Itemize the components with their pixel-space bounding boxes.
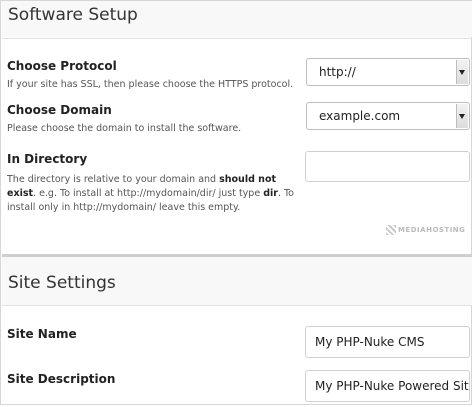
divider [2,38,472,39]
domain-select[interactable]: example.com [306,102,470,130]
software-setup-header: Software Setup [2,1,472,37]
domain-label: Choose Domain [7,103,112,117]
protocol-select-value: http:// [319,65,356,79]
protocol-select[interactable]: http:// [306,58,470,86]
watermark: MEDIAHOSTING [386,225,474,239]
chevron-down-icon[interactable] [456,60,468,84]
site-name-label: Site Name [7,327,77,341]
software-setup-title: Software Setup [8,5,138,25]
directory-hint: The directory is relative to your domain… [7,174,294,213]
install-form: Software Setup Choose Protocol If your s… [0,0,472,405]
domain-select-value: example.com [319,109,401,123]
protocol-hint: If your site has SSL, then please choose… [7,79,294,90]
site-name-input[interactable]: My PHP-Nuke CMS [305,326,470,358]
protocol-label: Choose Protocol [7,59,117,73]
directory-input[interactable] [305,151,470,182]
logo-icon [386,225,396,235]
chevron-down-icon[interactable] [456,104,468,128]
domain-hint: Please choose the domain to install the … [7,123,242,134]
directory-label: In Directory [7,152,88,166]
site-settings-title: Site Settings [8,273,116,293]
site-settings-header: Site Settings [2,257,472,305]
site-description-input[interactable]: My PHP-Nuke Powered Site [305,370,470,402]
site-description-label: Site Description [7,372,116,386]
divider [2,305,472,306]
